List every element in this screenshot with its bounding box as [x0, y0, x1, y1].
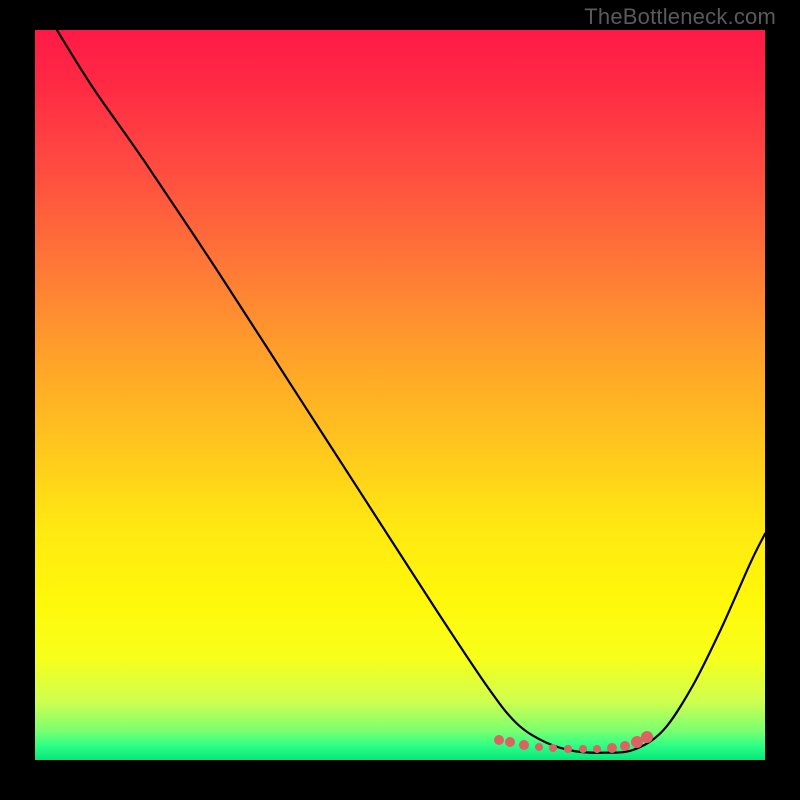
highlight-dot [564, 745, 572, 753]
highlight-dot [494, 735, 504, 745]
plot-area [35, 30, 765, 760]
highlight-dot [641, 731, 653, 743]
highlight-dot [519, 740, 529, 750]
highlight-dot [607, 743, 617, 753]
highlight-dot [579, 745, 587, 753]
highlight-dot [535, 743, 543, 751]
highlight-dot [549, 744, 557, 752]
highlight-dot [593, 745, 601, 753]
dots-layer [35, 30, 765, 760]
highlight-dot [620, 741, 630, 751]
watermark-text: TheBottleneck.com [584, 4, 776, 30]
highlight-dot [505, 737, 515, 747]
